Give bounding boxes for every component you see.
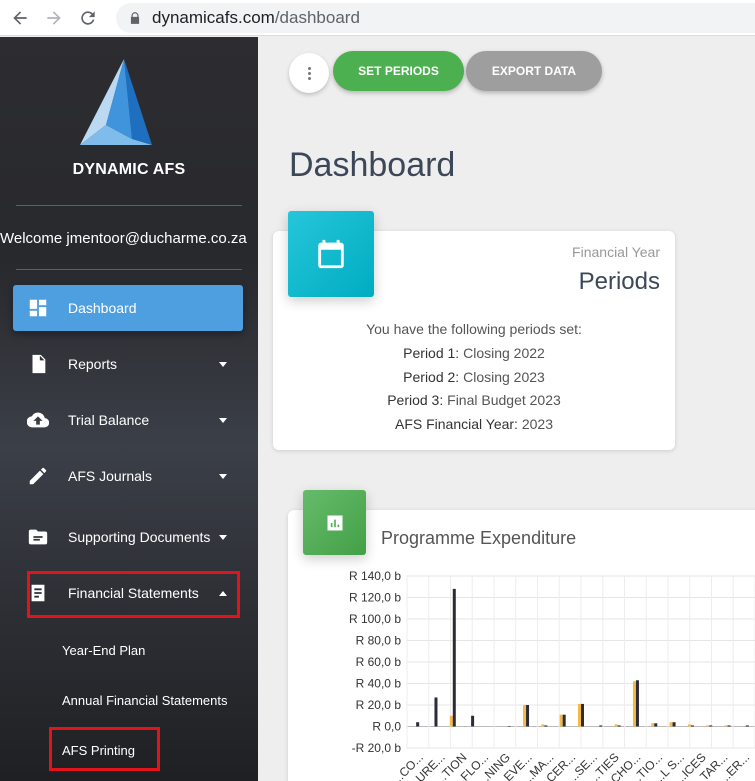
chart-bar bbox=[523, 705, 527, 727]
chart-bar bbox=[745, 725, 749, 727]
chart-bar bbox=[449, 715, 453, 727]
y-tick-label: R 60,0 b bbox=[356, 655, 402, 669]
address-bar[interactable]: dynamicafs.com/dashboard bbox=[116, 2, 755, 33]
brand-name: DYNAMIC AFS bbox=[72, 161, 186, 178]
highlight-box bbox=[49, 727, 160, 771]
period-list: You have the following periods set: Peri… bbox=[273, 318, 675, 437]
y-tick-label: R 120,0 b bbox=[349, 591, 401, 605]
url-path: /dashboard bbox=[274, 7, 360, 27]
divider bbox=[16, 269, 242, 270]
cloud-upload-icon bbox=[26, 408, 50, 432]
sidebar: DYNAMIC AFS Welcome jmentoor@ducharme.co… bbox=[0, 37, 258, 781]
dashboard-icon bbox=[26, 296, 50, 320]
chevron-down-icon bbox=[219, 534, 227, 540]
sub-item-annual-financial-statements[interactable]: Annual Financial Statements bbox=[62, 693, 227, 708]
chart-bar bbox=[635, 680, 639, 727]
highlight-box bbox=[27, 571, 240, 618]
sidebar-item-label: Trial Balance bbox=[68, 412, 150, 428]
chart-bar bbox=[507, 725, 511, 727]
sidebar-item-trial-balance[interactable]: Trial Balance bbox=[13, 397, 243, 443]
folder-icon bbox=[26, 525, 50, 549]
chart-bar bbox=[651, 723, 655, 727]
page-title: Dashboard bbox=[289, 146, 456, 184]
back-icon[interactable] bbox=[6, 4, 34, 32]
chart-bar bbox=[416, 722, 420, 727]
chart-bar bbox=[669, 722, 673, 727]
chart-bar bbox=[599, 725, 603, 727]
report-icon bbox=[26, 352, 50, 376]
period-line: AFS Financial Year: 2023 bbox=[394, 416, 553, 433]
chart-bar bbox=[709, 725, 713, 727]
chart-title: Programme Expenditure bbox=[381, 528, 577, 548]
chart-bar bbox=[471, 715, 475, 727]
sidebar-item-supporting-documents[interactable]: Supporting Documents bbox=[13, 514, 243, 560]
chevron-down-icon bbox=[219, 473, 227, 479]
export-data-button[interactable]: EXPORT DATA bbox=[466, 51, 602, 91]
y-tick-label: R 20,0 b bbox=[356, 698, 402, 712]
sidebar-item-label: AFS Journals bbox=[68, 468, 153, 484]
more-vert-icon bbox=[307, 66, 311, 81]
sidebar-item-label: Supporting Documents bbox=[68, 529, 211, 545]
divider bbox=[16, 205, 242, 206]
programme-expenditure-chart: -R 20,0 b R 0,0 R 20,0 b R 40,0 b R 60,0 b R … bbox=[349, 569, 755, 781]
chart-bar bbox=[541, 724, 545, 727]
y-tick-label: -R 20,0 b bbox=[352, 741, 402, 755]
chart-bar bbox=[452, 588, 456, 727]
y-tick-label: R 40,0 b bbox=[356, 677, 402, 691]
set-periods-button[interactable]: SET PERIODS bbox=[333, 51, 464, 91]
logo-icon bbox=[80, 59, 152, 145]
chart-bar bbox=[559, 714, 563, 727]
browser-toolbar: dynamicafs.com/dashboard bbox=[0, 0, 755, 36]
periods-intro: You have the following periods set: bbox=[366, 321, 582, 337]
more-options-button[interactable] bbox=[289, 53, 329, 93]
period-line: Period 3: Final Budget 2023 bbox=[387, 392, 561, 409]
chart-bar bbox=[706, 725, 710, 727]
period-line: Period 2: Closing 2023 bbox=[403, 368, 545, 385]
chart-bar bbox=[727, 725, 731, 727]
chart-bar bbox=[434, 697, 438, 727]
bar-chart-icon bbox=[303, 490, 366, 555]
chart-bar bbox=[672, 722, 676, 727]
lock-icon bbox=[130, 11, 140, 24]
sidebar-item-label: Reports bbox=[68, 356, 118, 372]
url-host: dynamicafs.com bbox=[152, 7, 275, 27]
welcome-text: Welcome jmentoor@ducharme.co.za bbox=[0, 230, 247, 247]
chart-bar bbox=[578, 703, 581, 727]
sidebar-item-afs-journals[interactable]: AFS Journals bbox=[13, 453, 243, 499]
chart-bar bbox=[526, 705, 530, 727]
y-tick-label: R 80,0 b bbox=[356, 634, 402, 648]
chevron-down-icon bbox=[219, 417, 227, 423]
sidebar-item-dashboard[interactable]: Dashboard bbox=[13, 285, 243, 331]
y-tick-label: R 100,0 b bbox=[349, 612, 401, 626]
sidebar-item-label: Dashboard bbox=[68, 300, 137, 316]
chevron-down-icon bbox=[219, 361, 227, 367]
chart-bar bbox=[687, 724, 691, 727]
forward-icon[interactable] bbox=[40, 4, 68, 32]
pencil-icon bbox=[26, 464, 50, 488]
chart-bar bbox=[581, 703, 584, 727]
chart-bar bbox=[544, 725, 548, 727]
chart-bar bbox=[632, 681, 636, 727]
y-tick-label: R 140,0 b bbox=[349, 569, 401, 583]
chart-bar bbox=[654, 723, 658, 727]
chart-bar bbox=[617, 725, 621, 727]
financial-year-label: Financial Year bbox=[572, 244, 660, 260]
calendar-icon bbox=[288, 211, 374, 297]
period-line: Period 1: Closing 2022 bbox=[403, 344, 545, 361]
reload-icon[interactable] bbox=[74, 4, 102, 32]
chart-bar bbox=[690, 725, 694, 727]
sidebar-item-reports[interactable]: Reports bbox=[13, 341, 243, 387]
sub-item-year-end-plan[interactable]: Year-End Plan bbox=[62, 643, 145, 658]
chart-bar bbox=[562, 714, 566, 727]
chart-bar bbox=[724, 725, 728, 727]
periods-title: Periods bbox=[578, 268, 660, 295]
chart-bar bbox=[614, 724, 618, 727]
y-tick-label: R 0,0 bbox=[372, 720, 401, 734]
